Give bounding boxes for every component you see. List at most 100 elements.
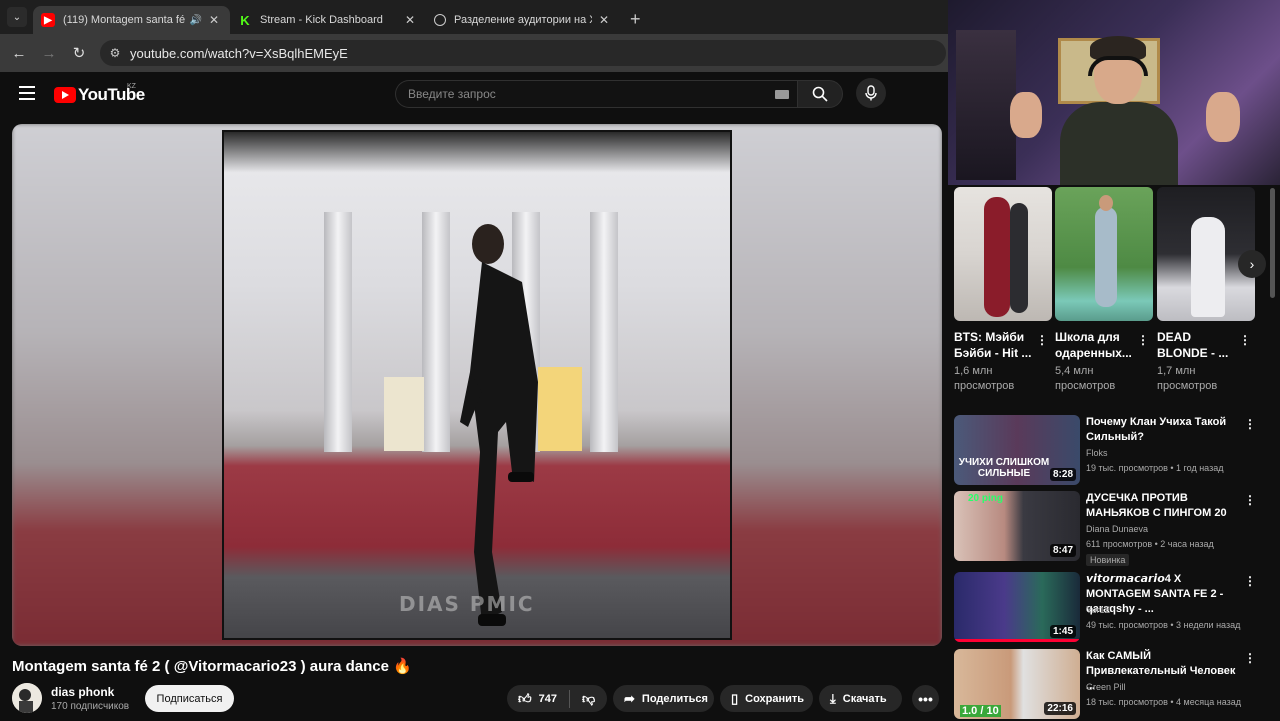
more-icon[interactable]: ⋮ <box>1137 333 1149 347</box>
subscribe-button[interactable]: Подписаться <box>145 685 234 712</box>
share-icon: ➦ <box>624 690 635 706</box>
openai-icon <box>434 14 446 26</box>
new-tab-button[interactable]: + <box>630 9 641 30</box>
video-meta: 49 тыс. просмотров • 3 недели назад <box>1086 620 1241 630</box>
site-settings-icon[interactable]: ⚙ <box>100 46 130 60</box>
more-icon[interactable]: ⋮ <box>1244 574 1256 588</box>
search-input[interactable]: Введите запрос <box>395 80 797 108</box>
browser-tab-kick[interactable]: K Stream - Kick Dashboard ✕ <box>230 6 426 34</box>
forward-button[interactable]: → <box>34 45 64 62</box>
column <box>422 212 450 452</box>
search-icon <box>812 86 828 102</box>
new-badge: Новинка <box>1086 554 1130 566</box>
save-button[interactable]: ▯ Сохранить <box>720 685 813 712</box>
download-icon: ⤓ <box>830 690 836 706</box>
search-placeholder: Введите запрос <box>408 87 496 101</box>
video-player[interactable]: DIAS PMIC <box>12 124 942 646</box>
column <box>324 212 352 452</box>
more-icon[interactable]: ⋮ <box>1244 651 1256 665</box>
thumbnail-text: УЧИХИ СЛИШКОМ СИЛЬНЫЕ <box>958 457 1050 479</box>
recommended-video[interactable]: УЧИХИ СЛИШКОМ СИЛЬНЫЕ 8:28 Почему Клан У… <box>954 415 1260 487</box>
video-meta: 18 тыс. просмотров • 4 месяца назад <box>1086 697 1242 707</box>
more-icon[interactable]: ⋮ <box>1244 493 1256 507</box>
more-icon[interactable]: ⋮ <box>1239 333 1251 347</box>
close-icon[interactable]: ✕ <box>206 13 222 27</box>
youtube-logo[interactable]: YouTube KZ <box>54 83 145 105</box>
video-title[interactable]: Почему Клан Учиха Такой Сильный? <box>1086 415 1238 445</box>
short-title[interactable]: DEAD BLONDE - ... <box>1157 329 1237 361</box>
close-icon[interactable]: ✕ <box>402 13 418 27</box>
tab-title: Разделение аудитории на Хи <box>454 14 592 26</box>
building-door <box>384 377 424 451</box>
video-thumbnail[interactable]: 20 ping 8:47 <box>954 491 1080 561</box>
video-title: Montagem santa fé 2 ( @Vitormacario23 ) … <box>12 658 412 675</box>
more-icon[interactable]: ⋮ <box>1036 333 1048 347</box>
chevron-down-icon: ⌄ <box>12 11 22 23</box>
youtube-play-icon <box>54 87 76 103</box>
channel-name[interactable]: Green Pill <box>1086 682 1126 692</box>
thumbnail-text: 20 ping <box>968 493 1004 504</box>
divider <box>568 689 570 708</box>
short-item[interactable]: BTS: Мэйби Бэйби - Hit ... 1,6 млн просм… <box>954 187 1052 392</box>
recommended-video[interactable]: 1.0 / 10 22:16 Как САМЫЙ Привлекательный… <box>954 649 1260 721</box>
short-thumbnail[interactable] <box>1055 187 1153 321</box>
microphone-icon <box>865 85 877 101</box>
country-code: KZ <box>127 83 136 90</box>
recommended-video[interactable]: 20 ping 8:47 ДУСЕЧКА ПРОТИВ МАНЬЯКОВ С П… <box>954 491 1260 566</box>
short-title[interactable]: Школа для одаренных... <box>1055 329 1135 361</box>
scrollbar[interactable] <box>1270 188 1275 298</box>
channel-name[interactable]: Diana Dunaeva <box>1086 524 1148 534</box>
voice-search-button[interactable] <box>856 78 886 108</box>
video-thumbnail[interactable]: 1:45 <box>954 572 1080 642</box>
short-views: 1,7 млн просмотров <box>1157 365 1218 392</box>
tab-search-button[interactable]: ⌄ <box>7 7 27 27</box>
dancer-figure <box>460 224 538 626</box>
like-icon[interactable]: 👍︎ <box>518 691 532 707</box>
close-icon[interactable]: ✕ <box>596 13 612 27</box>
keyboard-icon[interactable] <box>775 90 789 99</box>
short-item[interactable]: Школа для одаренных... 5,4 млн просмотро… <box>1055 187 1153 392</box>
video-title[interactable]: ДУСЕЧКА ПРОТИВ МАНЬЯКОВ С ПИНГОМ 20 <box>1086 491 1238 521</box>
channel-name[interactable]: Yur1Z <box>1086 605 1110 615</box>
back-button[interactable]: ← <box>4 45 34 62</box>
short-views: 1,6 млн просмотров <box>954 365 1015 392</box>
video-meta: 19 тыс. просмотров • 1 год назад <box>1086 463 1224 473</box>
video-thumbnail[interactable]: 1.0 / 10 22:16 <box>954 649 1080 719</box>
dislike-icon[interactable]: 👎︎ <box>582 691 595 707</box>
short-thumbnail[interactable] <box>954 187 1052 321</box>
speaker-icon[interactable]: 🔊 <box>190 15 202 26</box>
search-button[interactable] <box>797 80 843 108</box>
video-duration: 1:45 <box>1049 625 1076 638</box>
more-icon[interactable]: ⋮ <box>1244 417 1256 431</box>
channel-avatar[interactable] <box>12 683 42 713</box>
address-bar: ← → ↻ ⚙ youtube.com/watch?v=XsBqlhEMEyE <box>0 34 948 72</box>
like-count[interactable]: 747 <box>539 693 557 705</box>
headset-icon <box>1088 56 1148 76</box>
short-title[interactable]: BTS: Мэйби Бэйби - Hit ... <box>954 329 1034 361</box>
tab-title: Stream - Kick Dashboard <box>260 14 383 26</box>
thumbnail-text: 1.0 / 10 <box>960 705 1001 717</box>
channel-name[interactable]: Floks <box>1086 448 1108 458</box>
video-thumbnail[interactable]: УЧИХИ СЛИШКОМ СИЛЬНЫЕ 8:28 <box>954 415 1080 485</box>
more-actions-button[interactable]: ••• <box>912 685 939 712</box>
video-duration: 22:16 <box>1044 702 1076 715</box>
url-field[interactable]: ⚙ youtube.com/watch?v=XsBqlhEMEyE <box>100 40 946 66</box>
tab-title: (119) Montagem santa fé 2 <box>63 14 186 26</box>
video-meta: 611 просмотров • 2 часа назад <box>1086 539 1214 549</box>
menu-icon[interactable] <box>19 86 35 100</box>
download-button[interactable]: ⤓ Скачать <box>819 685 902 712</box>
webcam-hand-right <box>1206 92 1240 142</box>
share-label: Поделиться <box>641 692 708 705</box>
reload-button[interactable]: ↻ <box>64 44 94 62</box>
save-label: Сохранить <box>745 692 805 705</box>
shorts-next-button[interactable]: › <box>1238 250 1266 278</box>
youtube-icon: ▶ <box>41 13 55 27</box>
chevron-right-icon: › <box>1249 256 1255 272</box>
video-watermark: DIAS PMIC <box>399 592 535 616</box>
browser-tab-chat[interactable]: Разделение аудитории на Хи ✕ <box>426 6 620 34</box>
recommended-video[interactable]: 1:45 𝙫𝙞𝙩𝙤𝙧𝙢𝙖𝙘𝙖𝙧𝙞𝙤4 X MONTAGEM SANTA FE 2… <box>954 572 1260 644</box>
share-button[interactable]: ➦ Поделиться <box>613 685 714 712</box>
webcam-shelf <box>956 30 1016 180</box>
browser-tab-youtube[interactable]: ▶ (119) Montagem santa fé 2 🔊 ✕ <box>33 6 230 34</box>
channel-name[interactable]: dias phonk <box>51 685 114 699</box>
